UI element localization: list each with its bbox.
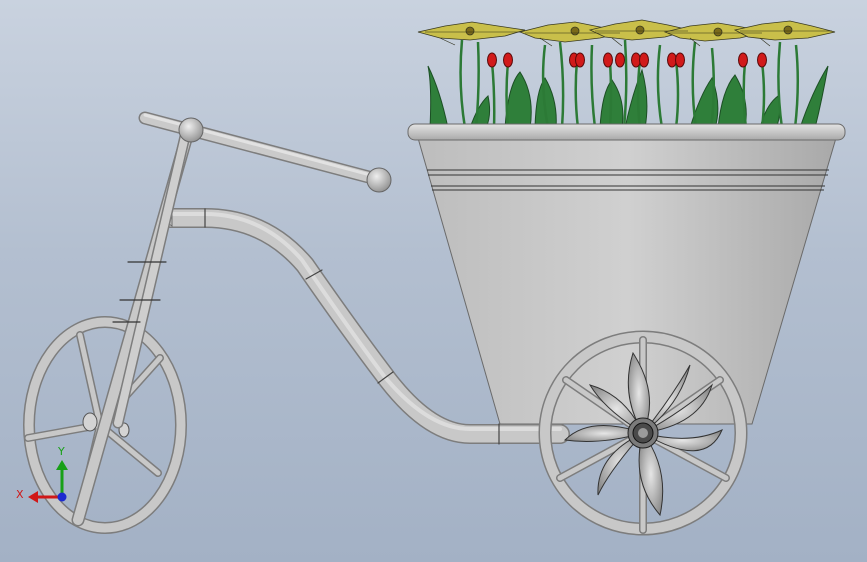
axis-triad: Y X bbox=[16, 445, 68, 503]
pot-body bbox=[417, 137, 837, 425]
flower-arrangement bbox=[417, 19, 836, 129]
leaf-cluster bbox=[427, 65, 829, 129]
x-axis-label: X bbox=[16, 488, 24, 501]
rear-wheel[interactable] bbox=[538, 330, 748, 536]
z-axis-icon bbox=[57, 492, 67, 502]
graphics-viewport[interactable]: Y X bbox=[0, 0, 867, 562]
front-wheel-hub bbox=[82, 412, 98, 432]
model-view[interactable] bbox=[0, 0, 867, 562]
handlebar-knob-right bbox=[366, 167, 392, 193]
pot-rim bbox=[407, 123, 846, 141]
handlebar-joint bbox=[178, 117, 204, 143]
y-axis-label: Y bbox=[57, 445, 65, 458]
flower-pot[interactable] bbox=[407, 123, 846, 425]
